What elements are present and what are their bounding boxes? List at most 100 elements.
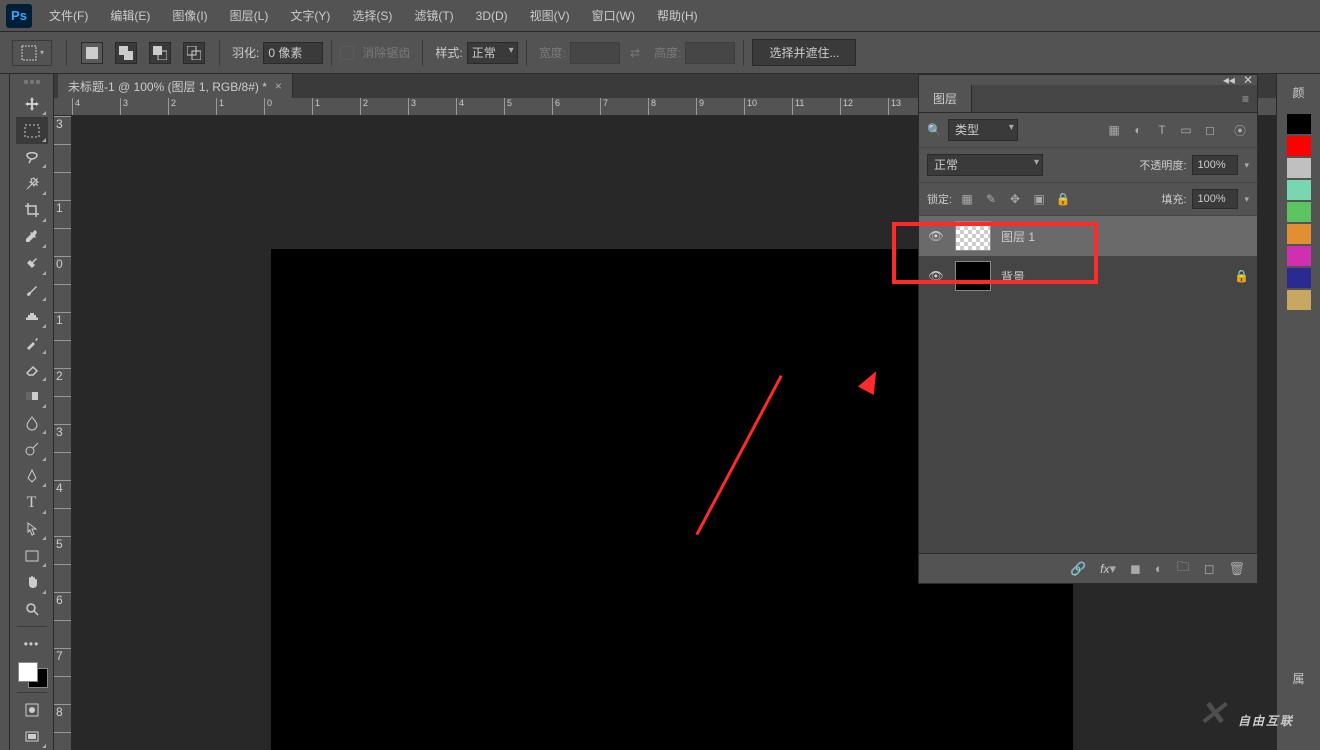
ruler-tick: 3 [408, 98, 456, 116]
feather-input[interactable] [263, 42, 323, 64]
swatch-item[interactable] [1287, 180, 1311, 200]
crop-tool[interactable] [16, 197, 48, 224]
dodge-tool[interactable] [16, 436, 48, 463]
menu-layer[interactable]: 图层(L) [219, 0, 280, 32]
link-layers-icon[interactable]: 🔗 [1070, 561, 1086, 577]
selection-intersect-icon[interactable] [183, 42, 205, 64]
tool-preset-picker[interactable]: ▾ [12, 40, 52, 66]
search-icon[interactable]: 🔍 [927, 123, 942, 137]
lasso-tool[interactable] [16, 144, 48, 171]
filter-adjustment-icon[interactable]: ◐ [1129, 121, 1147, 139]
layer-thumbnail[interactable] [955, 261, 991, 291]
blend-mode-select[interactable]: 正常 [927, 154, 1043, 176]
foreground-color-swatch[interactable] [18, 662, 38, 682]
history-brush-tool[interactable] [16, 330, 48, 357]
edit-toolbar[interactable]: ••• [16, 631, 48, 658]
filter-toggle-icon[interactable]: ⦿ [1231, 121, 1249, 139]
swatch-item[interactable] [1287, 202, 1311, 222]
ruler-tick: 11 [792, 98, 840, 116]
lock-transparency-icon[interactable]: ▦ [958, 190, 976, 208]
layer-row[interactable]: 👁背景🔒 [919, 256, 1257, 296]
layer-name[interactable]: 背景 [1001, 268, 1224, 285]
clone-stamp-tool[interactable] [16, 303, 48, 330]
layer-row[interactable]: 👁 图层 1 [919, 216, 1257, 256]
magic-wand-tool[interactable] [16, 170, 48, 197]
swatch-item[interactable] [1287, 268, 1311, 288]
selection-add-icon[interactable] [115, 42, 137, 64]
layer-name[interactable]: 图层 1 [1001, 228, 1249, 245]
close-tab-icon[interactable]: × [275, 79, 282, 93]
blur-tool[interactable] [16, 410, 48, 437]
eraser-tool[interactable] [16, 356, 48, 383]
lock-artboard-icon[interactable]: ▣ [1030, 190, 1048, 208]
lock-position-icon[interactable]: ✥ [1006, 190, 1024, 208]
layer-style-icon[interactable]: fx▾ [1100, 561, 1116, 577]
swatch-item[interactable] [1287, 290, 1311, 310]
delete-layer-icon[interactable]: 🗑 [1228, 561, 1245, 577]
path-selection-tool[interactable] [16, 516, 48, 543]
filter-type-icon[interactable]: T [1153, 121, 1171, 139]
brush-tool[interactable] [16, 277, 48, 304]
swatch-item[interactable] [1287, 114, 1311, 134]
layers-tab[interactable]: 图层 [919, 85, 972, 112]
color-swatches[interactable] [16, 660, 48, 688]
filter-smart-icon[interactable]: ◻ [1201, 121, 1219, 139]
menu-3d[interactable]: 3D(D) [465, 0, 519, 32]
menu-help[interactable]: 帮助(H) [646, 0, 709, 32]
quick-mask-mode[interactable] [16, 697, 48, 724]
layer-visibility-icon[interactable]: 👁 [927, 269, 945, 283]
select-and-mask-button[interactable]: 选择并遮住... [752, 39, 856, 66]
menu-type[interactable]: 文字(Y) [279, 0, 341, 32]
screen-mode[interactable] [16, 723, 48, 750]
hand-tool[interactable] [16, 569, 48, 596]
color-panel-title[interactable]: 颜 [1292, 80, 1304, 104]
menu-window[interactable]: 窗口(W) [581, 0, 646, 32]
gradient-tool[interactable] [16, 383, 48, 410]
style-select[interactable]: 正常 [467, 42, 518, 64]
document-tab[interactable]: 未标题-1 @ 100% (图层 1, RGB/8#) * × [58, 74, 293, 98]
layer-mask-icon[interactable]: ◼ [1130, 561, 1141, 577]
panel-handle[interactable] [14, 80, 50, 87]
ruler-tick: 10 [744, 98, 792, 116]
menu-edit[interactable]: 编辑(E) [99, 0, 161, 32]
move-tool[interactable] [16, 91, 48, 118]
type-tool[interactable]: T [16, 489, 48, 516]
lock-all-icon[interactable]: 🔒 [1054, 190, 1072, 208]
menu-file[interactable]: 文件(F) [38, 0, 99, 32]
filter-pixel-icon[interactable]: ▦ [1105, 121, 1123, 139]
lock-pixels-icon[interactable]: ✎ [982, 190, 1000, 208]
layers-list: 👁图层 1👁背景🔒 [919, 216, 1257, 553]
opacity-input[interactable] [1192, 155, 1238, 175]
swatch-item[interactable] [1287, 136, 1311, 156]
healing-brush-tool[interactable] [16, 250, 48, 277]
selection-new-icon[interactable] [81, 42, 103, 64]
pen-tool[interactable] [16, 463, 48, 490]
menu-filter[interactable]: 滤镜(T) [403, 0, 464, 32]
new-layer-icon[interactable]: ◻ [1204, 561, 1215, 577]
ruler-tick: 3 [120, 98, 168, 116]
swatch-item[interactable] [1287, 224, 1311, 244]
adjustment-layer-icon[interactable]: ◐ [1155, 561, 1163, 576]
rectangular-marquee-tool[interactable] [16, 117, 48, 144]
menu-image[interactable]: 图像(I) [161, 0, 218, 32]
swatch-item[interactable] [1287, 246, 1311, 266]
ruler-vertical[interactable]: 310123456789 [54, 116, 72, 750]
fill-input[interactable] [1192, 189, 1238, 209]
zoom-tool[interactable] [16, 596, 48, 623]
layer-thumbnail[interactable] [955, 221, 991, 251]
ruler-tick: 0 [264, 98, 312, 116]
selection-subtract-icon[interactable] [149, 42, 171, 64]
filter-shape-icon[interactable]: ▭ [1177, 121, 1195, 139]
rectangle-tool[interactable] [16, 542, 48, 569]
menu-view[interactable]: 视图(V) [519, 0, 581, 32]
swatch-item[interactable] [1287, 158, 1311, 178]
layer-group-icon[interactable]: 🗀 [1177, 558, 1190, 580]
layer-visibility-icon[interactable]: 👁 [927, 229, 945, 243]
properties-panel-title[interactable]: 属 [1292, 666, 1304, 690]
layer-filter-kind[interactable]: 类型 [948, 119, 1018, 141]
panel-menu-icon[interactable]: ≡ [1234, 85, 1257, 112]
eyedropper-tool[interactable] [16, 224, 48, 251]
height-input [685, 42, 735, 64]
marquee-rect-icon [20, 44, 38, 62]
menu-select[interactable]: 选择(S) [341, 0, 403, 32]
